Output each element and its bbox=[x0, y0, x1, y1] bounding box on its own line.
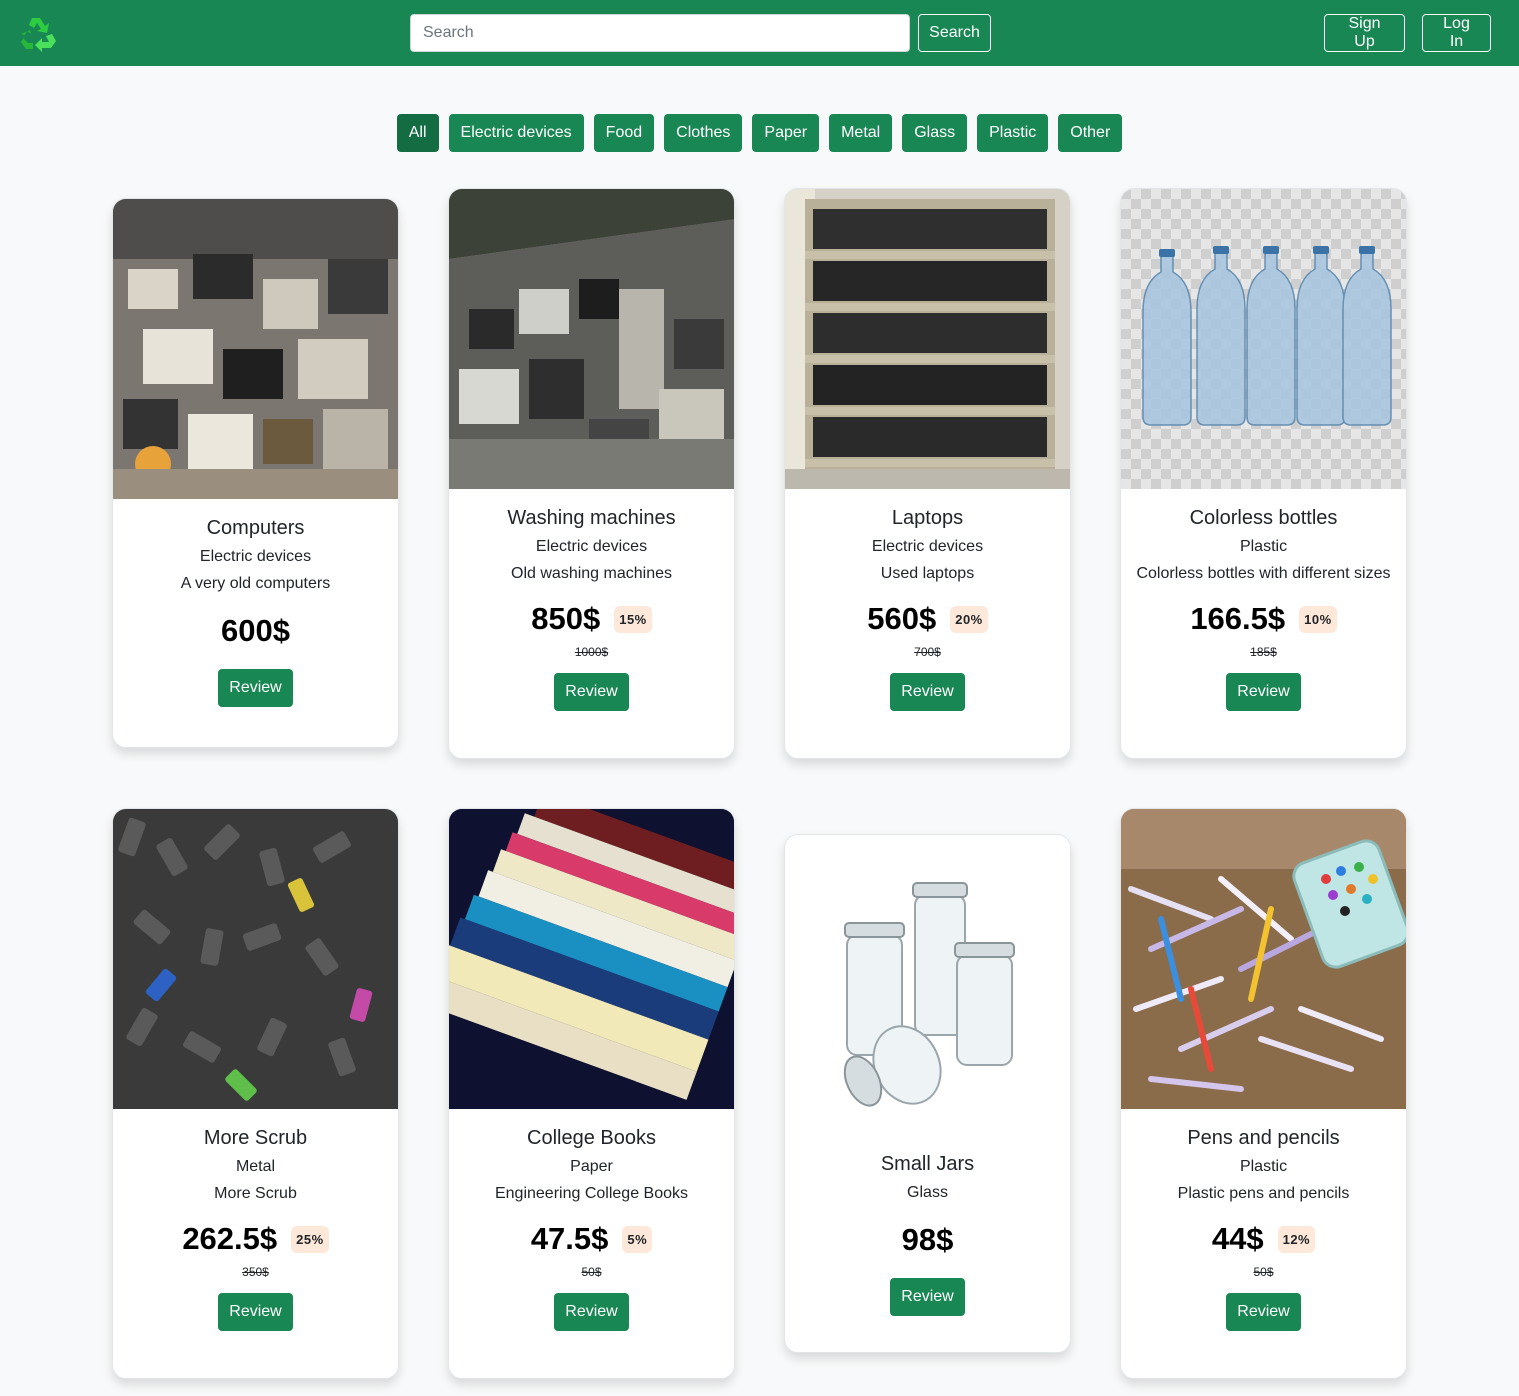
product-category: Plastic bbox=[1239, 1158, 1288, 1175]
product-description: Plastic pens and pencils bbox=[1177, 1185, 1350, 1202]
e-waste-pile-image bbox=[113, 199, 398, 499]
product-card: Pens and pencils Plastic Plastic pens an… bbox=[1120, 808, 1407, 1379]
product-title: Colorless bottles bbox=[1189, 507, 1338, 529]
filter-glass[interactable]: Glass bbox=[902, 114, 968, 152]
original-price: 50$ bbox=[581, 1265, 602, 1279]
product-category: Metal bbox=[235, 1158, 276, 1175]
product-price: 262.5$ bbox=[182, 1221, 278, 1256]
product-price: 98$ bbox=[901, 1222, 954, 1257]
discount-badge: 12% bbox=[1277, 1225, 1316, 1253]
discount-badge: 10% bbox=[1299, 605, 1337, 633]
product-category: Electric devices bbox=[535, 538, 648, 555]
filter-clothes[interactable]: Clothes bbox=[664, 114, 743, 152]
review-button[interactable]: Review bbox=[554, 673, 629, 711]
product-description: A very old computers bbox=[180, 575, 331, 592]
search-input[interactable] bbox=[410, 14, 910, 52]
product-title: College Books bbox=[527, 1127, 656, 1149]
pens-pile-image bbox=[1121, 809, 1406, 1109]
book-stack-image bbox=[449, 809, 734, 1109]
filter-food[interactable]: Food bbox=[593, 114, 655, 152]
top-navbar: Search Sign Up Log In bbox=[0, 0, 1519, 66]
product-category: Plastic bbox=[1239, 538, 1288, 555]
product-price: 600$ bbox=[221, 613, 290, 648]
product-card: Washing machines Electric devices Old wa… bbox=[448, 188, 735, 759]
product-card: Small Jars Glass 98$ Review bbox=[784, 834, 1071, 1353]
filter-other[interactable]: Other bbox=[1058, 114, 1123, 152]
product-card: Computers Electric devices A very old co… bbox=[112, 198, 399, 748]
product-category: Electric devices bbox=[871, 538, 984, 555]
product-description: Old washing machines bbox=[511, 565, 672, 582]
product-title: Pens and pencils bbox=[1187, 1127, 1340, 1149]
original-price: 185$ bbox=[1250, 645, 1277, 659]
review-button[interactable]: Review bbox=[218, 669, 293, 707]
product-description: Colorless bottles with different sizes bbox=[1136, 565, 1391, 582]
product-price: 47.5$ bbox=[530, 1221, 609, 1256]
review-button[interactable]: Review bbox=[890, 673, 965, 711]
laptop-shelves-image bbox=[785, 189, 1070, 489]
log-in-button[interactable]: Log In bbox=[1422, 14, 1491, 52]
original-price: 50$ bbox=[1253, 1265, 1274, 1279]
product-title: Washing machines bbox=[507, 507, 676, 529]
old-phones-pile-image bbox=[113, 809, 398, 1109]
discount-badge: 25% bbox=[291, 1225, 329, 1253]
product-title: Small Jars bbox=[880, 1153, 975, 1175]
search-button[interactable]: Search bbox=[918, 14, 991, 52]
product-category: Glass bbox=[907, 1184, 948, 1201]
glass-jars-image bbox=[785, 835, 1070, 1135]
product-category: Electric devices bbox=[199, 548, 312, 565]
product-title: Computers bbox=[206, 517, 305, 539]
product-category: Paper bbox=[570, 1158, 613, 1175]
review-button[interactable]: Review bbox=[218, 1293, 293, 1331]
product-description: Used laptops bbox=[880, 565, 975, 582]
category-filter-bar: All Electric devices Food Clothes Paper … bbox=[0, 114, 1519, 152]
filter-plastic[interactable]: Plastic bbox=[977, 114, 1049, 152]
filter-electric-devices[interactable]: Electric devices bbox=[448, 114, 584, 152]
review-button[interactable]: Review bbox=[554, 1293, 629, 1331]
product-description: More Scrub bbox=[214, 1185, 297, 1202]
review-button[interactable]: Review bbox=[1226, 673, 1301, 711]
filter-paper[interactable]: Paper bbox=[752, 114, 820, 152]
review-button[interactable]: Review bbox=[1226, 1293, 1301, 1331]
product-card: Colorless bottles Plastic Colorless bott… bbox=[1120, 188, 1407, 759]
discount-badge: 5% bbox=[622, 1225, 653, 1253]
product-card: College Books Paper Engineering College … bbox=[448, 808, 735, 1379]
product-description: Engineering College Books bbox=[494, 1185, 688, 1202]
product-price: 166.5$ bbox=[1190, 601, 1286, 636]
filter-metal[interactable]: Metal bbox=[829, 114, 893, 152]
discount-badge: 20% bbox=[950, 605, 988, 633]
product-price: 560$ bbox=[867, 601, 937, 636]
plastic-bottles-image bbox=[1121, 189, 1406, 489]
product-card: More Scrub Metal More Scrub 262.5$ 25% 3… bbox=[112, 808, 399, 1379]
discount-badge: 15% bbox=[614, 605, 652, 633]
product-price: 850$ bbox=[531, 601, 601, 636]
original-price: 1000$ bbox=[574, 645, 609, 659]
original-price: 350$ bbox=[242, 1265, 269, 1279]
filter-all[interactable]: All bbox=[396, 114, 439, 152]
recycle-icon[interactable] bbox=[18, 12, 60, 54]
product-title: Laptops bbox=[891, 507, 964, 529]
sign-up-button[interactable]: Sign Up bbox=[1324, 14, 1405, 52]
original-price: 700$ bbox=[914, 645, 941, 659]
product-price: 44$ bbox=[1211, 1221, 1264, 1256]
review-button[interactable]: Review bbox=[890, 1278, 965, 1316]
product-card: Laptops Electric devices Used laptops 56… bbox=[784, 188, 1071, 759]
appliance-scrap-pile-image bbox=[449, 189, 734, 489]
product-title: More Scrub bbox=[203, 1127, 308, 1149]
